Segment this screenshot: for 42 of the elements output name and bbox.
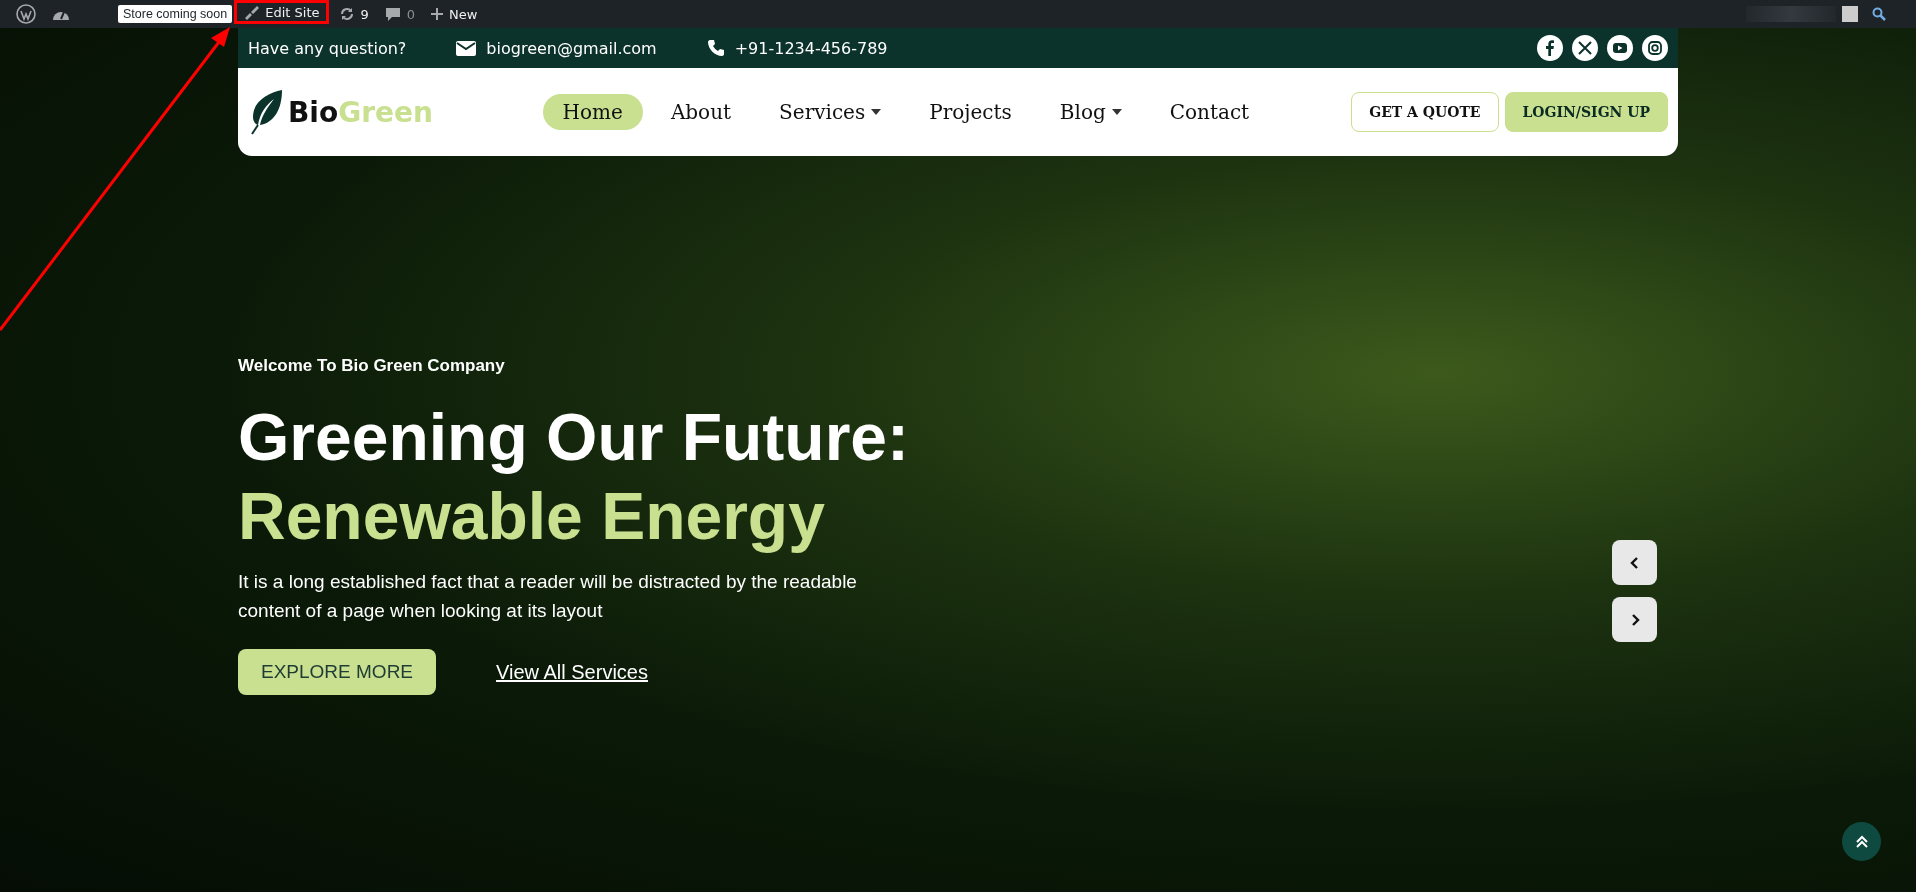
chevron-left-icon [1628,555,1641,570]
store-status-badge: Store coming soon [118,5,233,23]
hero-highlight: Renewable Energy [238,478,826,556]
login-button[interactable]: LOGIN/SIGN UP [1504,92,1668,132]
new-link[interactable]: New [423,0,486,28]
nav-link[interactable]: Services [759,94,902,130]
nav-link[interactable]: Blog [1039,94,1142,130]
comment-icon[interactable] [384,6,401,22]
quote-button[interactable]: GET A QUOTE [1351,92,1499,132]
explore-button[interactable]: EXPLORE MORE [238,649,437,696]
updates-count: 9 [360,6,369,22]
brush-icon [243,4,260,20]
brand-name: Bio [288,95,339,129]
email-link[interactable]: biogreen@gmail.com [486,38,657,58]
hero-eyebrow: Welcome To Bio Green Company [238,356,506,376]
question-text: Have any question? [248,38,407,58]
wordpress-logo-icon[interactable] [16,4,36,24]
nav-link[interactable]: Contact [1149,94,1270,130]
refresh-icon[interactable] [338,6,355,22]
comments-count: 0 [406,6,416,22]
phone-link[interactable]: +91-1234-456-789 [734,38,888,58]
youtube-icon[interactable] [1607,35,1633,61]
facebook-icon[interactable] [1537,35,1563,61]
edit-site-link[interactable]: Edit Site [237,3,326,21]
hero-title: Greening Our Future: [238,399,911,476]
phone-icon [706,39,725,57]
services-link[interactable]: View All Services [496,660,648,684]
leaf-logo-icon [248,89,284,135]
search-icon[interactable] [1872,7,1886,21]
next-slide-button[interactable] [1612,597,1657,642]
nav-link[interactable]: Home [542,94,643,130]
mail-icon [456,40,477,56]
x-logo-icon[interactable] [1572,35,1598,61]
plus-icon [431,8,444,20]
instagram-icon[interactable] [1642,35,1668,61]
hero-description: It is a long established fact that a reader will be distracted by the readable content of a page when looking at its layout [238,570,858,623]
brand-name-accent: Green [338,95,433,129]
previous-slide-button[interactable] [1612,540,1657,585]
nav-link[interactable]: About [650,94,752,130]
nav-link[interactable]: Projects [909,94,1032,130]
scroll-to-top-button[interactable] [1842,822,1881,861]
double-chevron-up-icon [1854,834,1869,849]
